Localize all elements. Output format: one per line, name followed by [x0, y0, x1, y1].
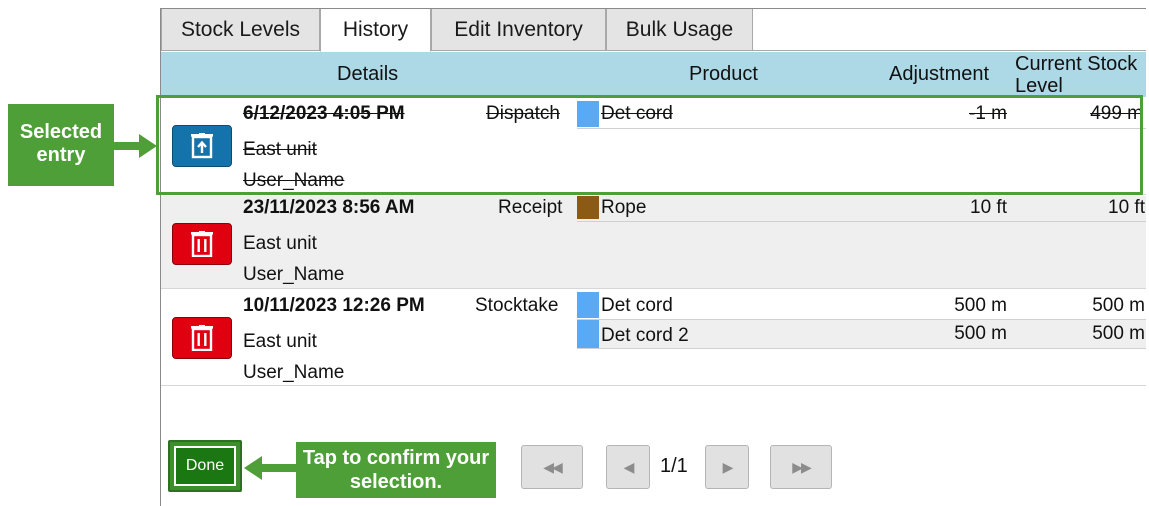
callout-arrow-icon	[244, 456, 298, 480]
entry-type: Receipt	[498, 197, 563, 218]
entry-user: User_Name	[243, 264, 345, 285]
first-page-icon: ◀◀	[543, 458, 562, 475]
product-divider	[577, 221, 1146, 222]
history-panel: Stock Levels History Edit Inventory Bulk…	[160, 8, 1146, 506]
entry-user: User_Name	[243, 362, 345, 383]
entry-date: 10/11/2023 12:26 PM	[243, 295, 425, 316]
prev-page-button[interactable]: ◀	[606, 445, 650, 489]
first-page-button[interactable]: ◀◀	[521, 445, 583, 489]
column-header-details: Details	[337, 63, 399, 85]
callout-tap-to-confirm: Tap to confirm your selection.	[296, 442, 496, 498]
trash-icon	[191, 231, 213, 257]
delete-button[interactable]	[172, 223, 232, 265]
product-name: Det cord 2	[601, 325, 689, 346]
callout-selected-entry: Selected entry	[8, 104, 114, 186]
product-name: Rope	[601, 197, 647, 218]
product-color-swatch	[577, 196, 599, 219]
tab-stock-levels[interactable]: Stock Levels	[161, 9, 320, 51]
stock-level-value: 500 m	[1092, 323, 1145, 344]
callout-arrow-icon	[113, 134, 157, 158]
stock-level-value: 10 ft	[1108, 197, 1145, 218]
tab-edit-inventory[interactable]: Edit Inventory	[431, 9, 606, 51]
stock-level-value: 500 m	[1092, 295, 1145, 316]
entry-location: East unit	[243, 233, 317, 254]
column-header-product: Product	[689, 63, 758, 85]
callout-text: Selected entry	[19, 121, 103, 166]
trash-icon	[191, 325, 213, 351]
product-color-swatch	[577, 292, 599, 318]
page-indicator: 1/1	[660, 455, 688, 477]
last-page-icon: ▶▶	[792, 458, 811, 475]
done-button-frame: Done	[168, 440, 242, 492]
selection-highlight	[156, 95, 1143, 195]
column-header-current-stock-level: Current Stock Level	[1015, 53, 1138, 97]
adjustment-value: 10 ft	[970, 197, 1007, 218]
prev-page-icon: ◀	[623, 458, 635, 475]
column-header-adjustment: Adjustment	[889, 63, 990, 85]
next-page-icon: ▶	[722, 458, 734, 475]
tab-history[interactable]: History	[320, 9, 431, 52]
done-button[interactable]: Done	[174, 446, 236, 486]
product-color-swatch	[577, 320, 599, 348]
table-row[interactable]: 23/11/2023 8:56 AM Receipt Rope 10 ft 10…	[161, 196, 1146, 289]
table-header: Details Product Adjustment Current Stock…	[161, 52, 1146, 97]
product-name: Det cord	[601, 295, 673, 316]
next-page-button[interactable]: ▶	[705, 445, 749, 489]
delete-button[interactable]	[172, 317, 232, 359]
entry-location: East unit	[243, 331, 317, 352]
table-row[interactable]: 10/11/2023 12:26 PM Stocktake Det cord 5…	[161, 290, 1146, 386]
tab-strip-fill	[753, 9, 1146, 51]
entry-type: Stocktake	[475, 295, 559, 316]
adjustment-value: 500 m	[954, 295, 1007, 316]
tab-bulk-usage[interactable]: Bulk Usage	[606, 9, 753, 51]
entry-date: 23/11/2023 8:56 AM	[243, 197, 415, 218]
last-page-button[interactable]: ▶▶	[770, 445, 832, 489]
adjustment-value: 500 m	[954, 323, 1007, 344]
product-divider	[577, 348, 1146, 349]
callout-text: Tap to confirm your selection.	[302, 447, 490, 493]
